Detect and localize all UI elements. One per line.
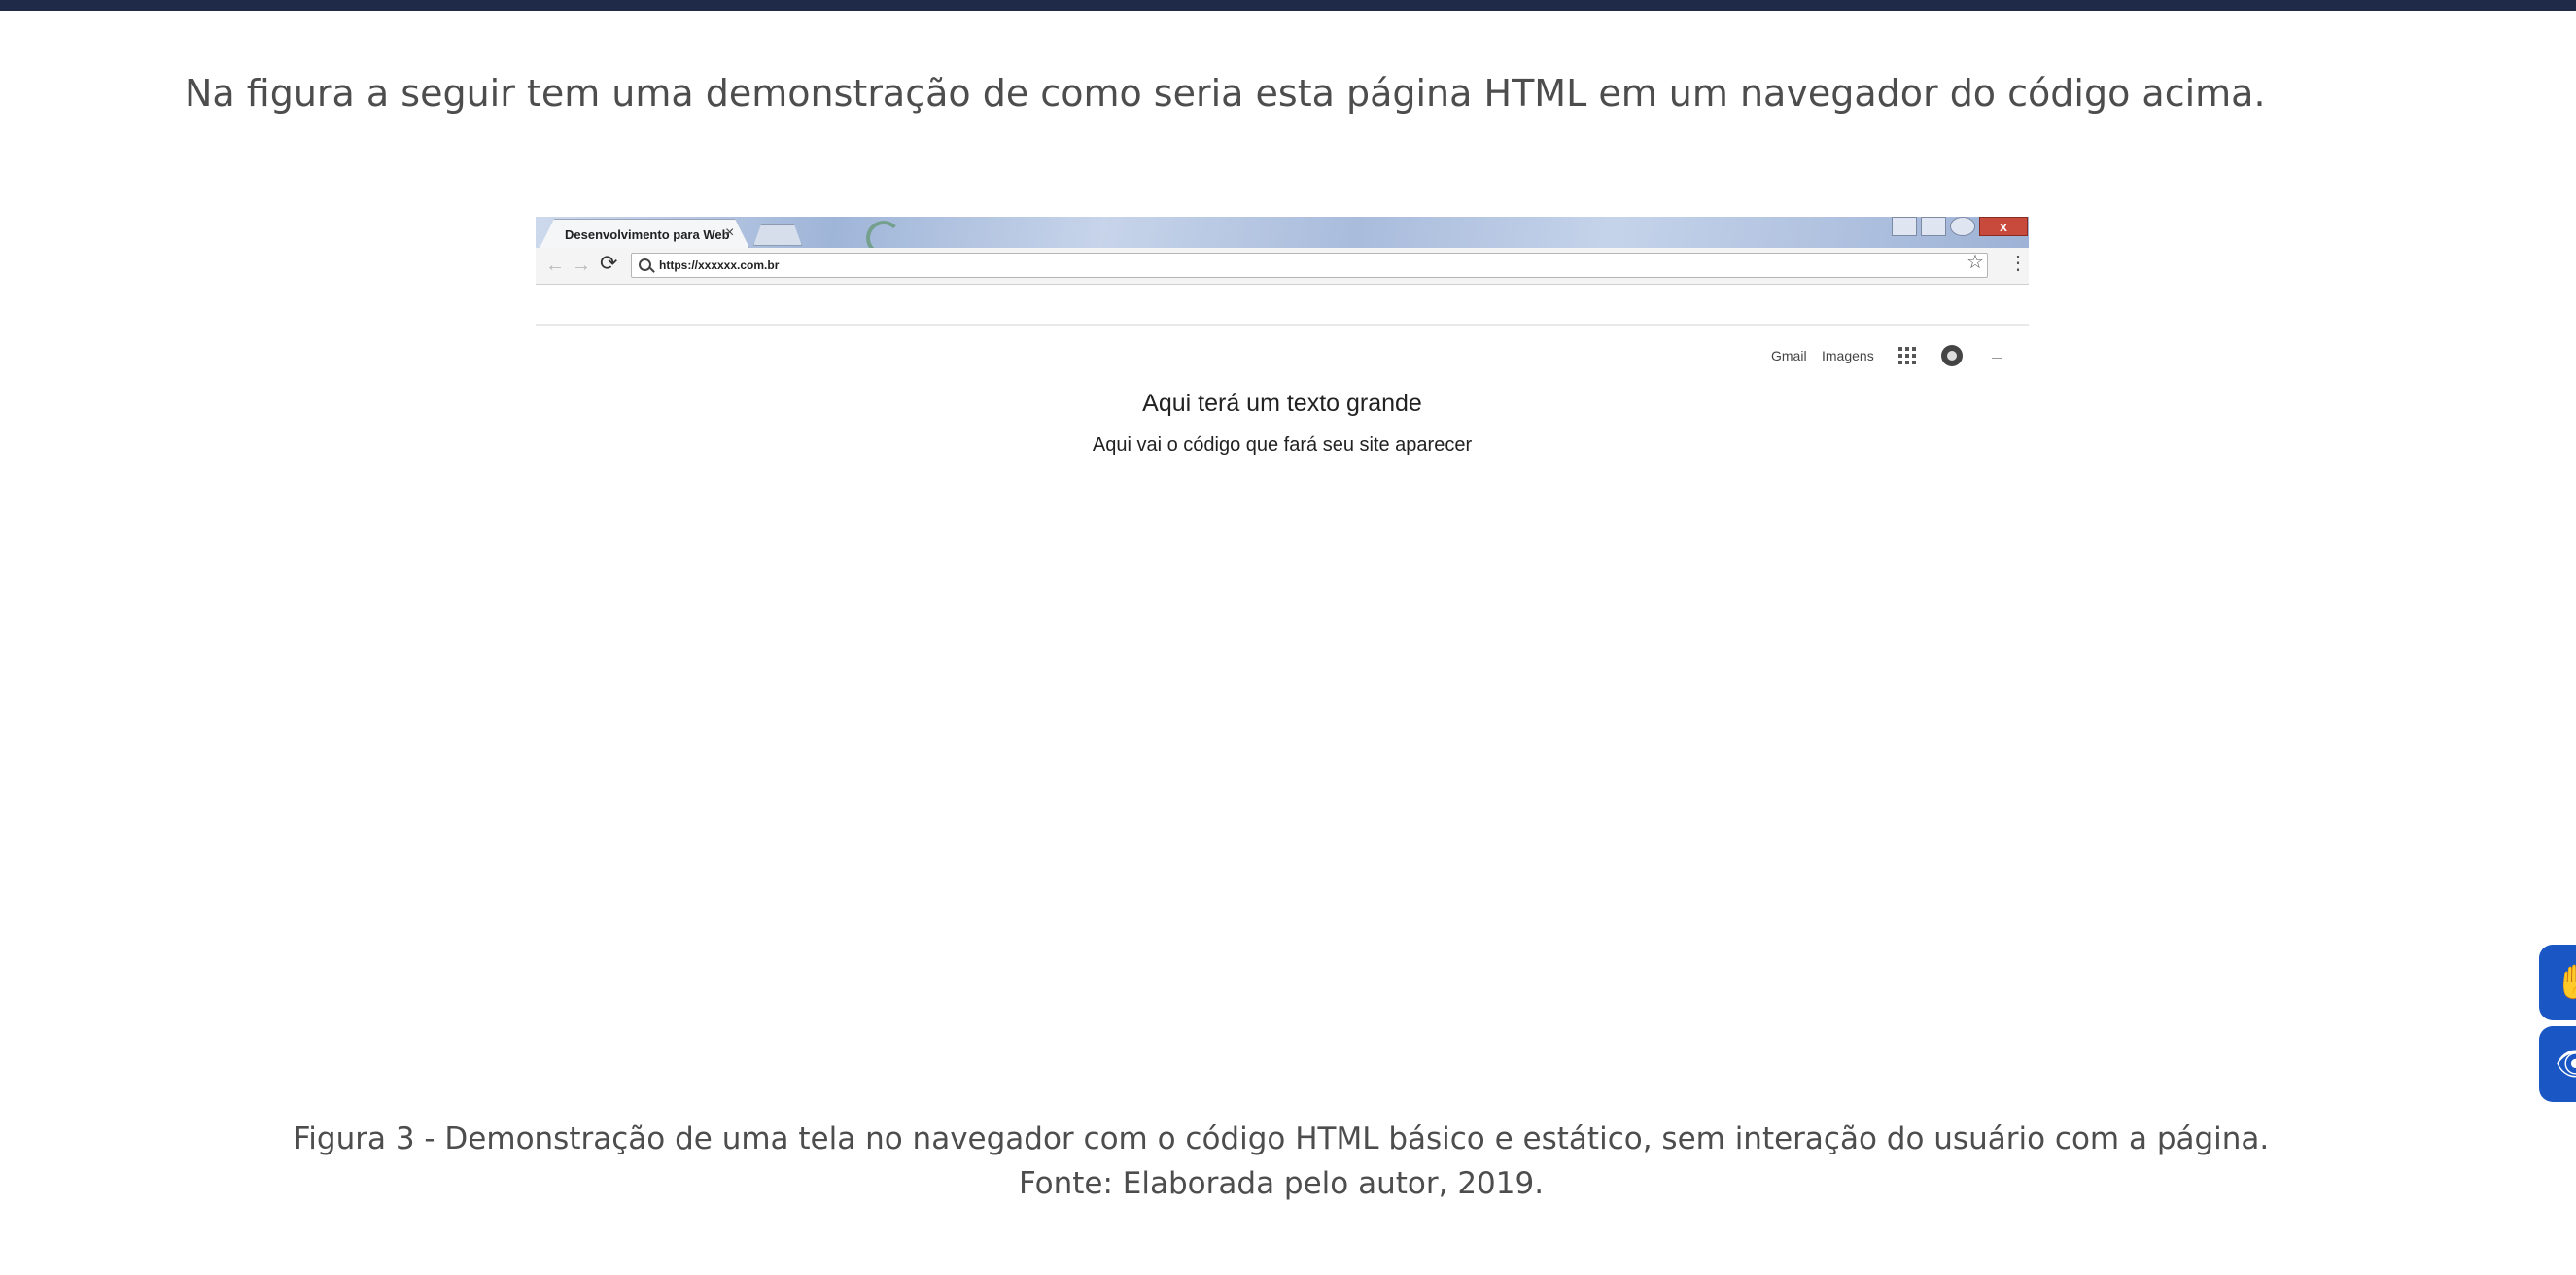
bookmark-star-icon[interactable]: ☆ [1967, 253, 1984, 272]
browser-tab-title: Desenvolvimento para Web [565, 227, 730, 242]
browser-menu-icon[interactable]: ⋮ [2008, 254, 2028, 273]
gmail-link[interactable]: Gmail [1771, 348, 1807, 363]
sign-language-button[interactable]: ✋ [2539, 945, 2576, 1020]
browser-tab-strip: Desenvolvimento para Web × x [536, 217, 2029, 256]
account-icon[interactable] [1941, 345, 1963, 366]
apps-grid-icon[interactable] [1898, 347, 1916, 364]
eye-icon: 👁 [2555, 1046, 2576, 1083]
window-close-button[interactable]: x [1979, 217, 2028, 236]
browser-tab[interactable]: Desenvolvimento para Web × [540, 219, 749, 248]
figure-source: Fonte: Elaborada pelo autor, 2019. [1018, 1166, 1545, 1201]
bookmark-bar-separator [536, 324, 2029, 326]
visual-accessibility-button[interactable]: 👁 [2539, 1026, 2576, 1102]
browser-screenshot-figure: Desenvolvimento para Web × x ← → ⟳ ☆ ⋮ G… [536, 217, 2029, 1101]
page-paragraph: Aqui vai o código que fará seu site apar… [1092, 434, 1473, 456]
forward-arrow-icon[interactable]: → [572, 256, 591, 275]
decorative-dash [1992, 358, 2002, 359]
url-input[interactable] [659, 257, 1942, 274]
figure-caption: Figura 3 - Demonstração de uma tela no n… [293, 1121, 2270, 1156]
new-tab-button[interactable] [753, 224, 802, 246]
browser-toolbar: ← → ⟳ ☆ ⋮ [536, 248, 2029, 285]
reload-icon[interactable]: ⟳ [600, 253, 617, 274]
accessibility-divider [2539, 1022, 2576, 1024]
hand-icon: ✋ [2555, 964, 2576, 1001]
imagens-link[interactable]: Imagens [1822, 348, 1874, 363]
search-icon [639, 258, 651, 271]
window-maximize-button[interactable] [1921, 217, 1946, 236]
back-arrow-icon[interactable]: ← [545, 256, 565, 275]
intro-paragraph: Na figura a seguir tem uma demonstração … [185, 72, 2266, 115]
window-minimize-button[interactable] [1892, 217, 1917, 236]
page-heading: Aqui terá um texto grande [1142, 390, 1422, 417]
tab-close-icon[interactable]: × [725, 224, 734, 242]
address-bar[interactable] [631, 253, 1988, 278]
window-settings-icon[interactable] [1950, 217, 1975, 236]
top-accent-bar [0, 0, 2576, 11]
